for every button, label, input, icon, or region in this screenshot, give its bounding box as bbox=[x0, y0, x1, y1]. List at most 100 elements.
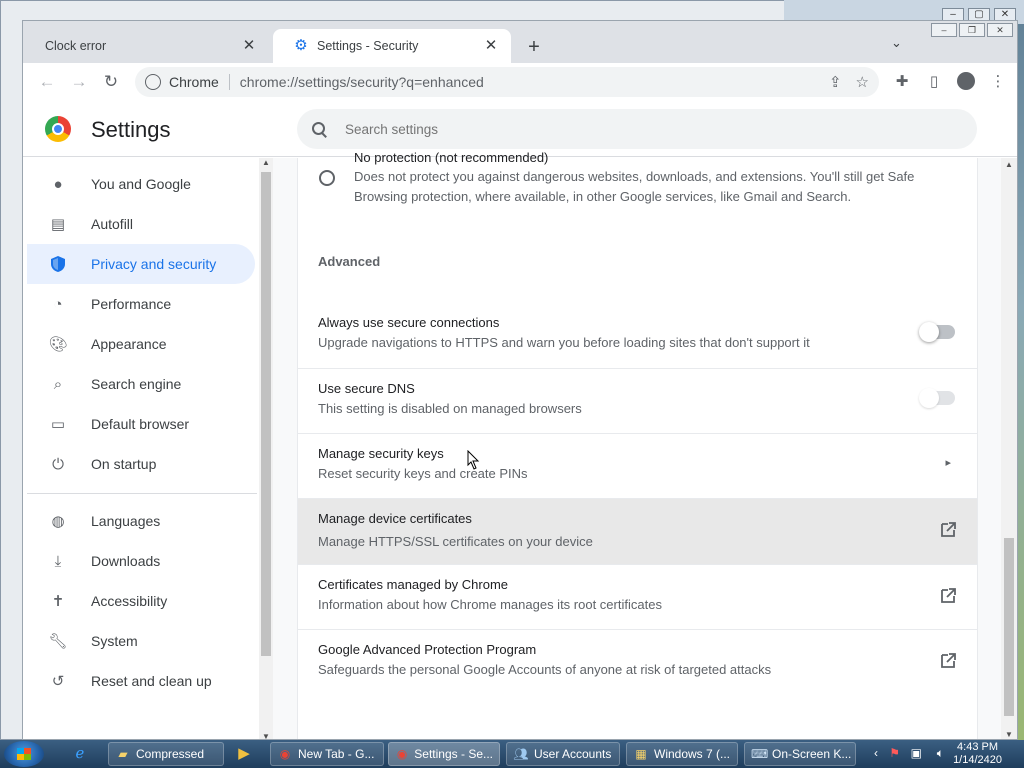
restore-icon[interactable]: ❐ bbox=[959, 23, 985, 37]
media-player-icon[interactable]: ▶ bbox=[234, 744, 254, 764]
internet-explorer-icon[interactable]: ℯ bbox=[70, 744, 90, 764]
sidebar-item-search-engine[interactable]: ⌕ Search engine bbox=[27, 364, 255, 404]
window-icon: ▦ bbox=[635, 747, 647, 761]
sidebar-item-you-and-google[interactable]: ● You and Google bbox=[27, 164, 255, 204]
folder-icon: ▰ bbox=[118, 747, 128, 761]
start-button[interactable] bbox=[4, 741, 44, 767]
show-hidden-icons-icon[interactable]: ‹ bbox=[874, 746, 878, 760]
chevron-right-icon[interactable]: ▸ bbox=[945, 456, 951, 469]
row-google-advanced-protection[interactable]: Google Advanced Protection Program Safeg… bbox=[298, 629, 977, 694]
palette-icon: 🎨︎ bbox=[48, 336, 68, 353]
main-scrollbar[interactable]: ▲ ▼ bbox=[1001, 158, 1017, 739]
sidebar-item-appearance[interactable]: 🎨︎ Appearance bbox=[27, 324, 255, 364]
row-manage-security-keys[interactable]: Manage security keys Reset security keys… bbox=[298, 433, 977, 498]
sidebar-item-label: Search engine bbox=[91, 376, 182, 392]
sidebar-item-label: Default browser bbox=[91, 416, 190, 432]
users-icon: 👥︎ bbox=[513, 747, 529, 761]
sidebar-item-on-startup[interactable]: ⏻ On startup bbox=[27, 444, 255, 484]
sidebar-item-label: System bbox=[91, 633, 138, 649]
profile-avatar[interactable] bbox=[955, 69, 977, 93]
settings-header: Settings bbox=[23, 101, 1017, 157]
tab-settings-security[interactable]: ⚙ Settings - Security ✕ bbox=[273, 29, 511, 63]
section-heading: Advanced bbox=[318, 254, 381, 269]
side-panel-icon[interactable]: ▯ bbox=[923, 69, 945, 93]
new-tab-button[interactable]: + bbox=[523, 37, 545, 57]
search-settings-box[interactable] bbox=[297, 109, 977, 149]
url-text[interactable]: chrome://settings/security?q=enhanced bbox=[240, 74, 815, 90]
chrome-icon: ◉ bbox=[396, 747, 408, 761]
radio-button[interactable] bbox=[319, 170, 335, 186]
sidebar-item-reset-and-clean-up[interactable]: ↺ Reset and clean up bbox=[27, 661, 255, 701]
chrome-icon: ◉ bbox=[279, 747, 291, 761]
clock[interactable]: 4:43 PM 1/14/2420 bbox=[953, 741, 1002, 767]
sidebar-item-system[interactable]: 🔧︎ System bbox=[27, 621, 255, 661]
back-icon[interactable]: ← bbox=[31, 66, 63, 98]
chevron-down-icon[interactable]: ⌄ bbox=[891, 35, 902, 51]
menu-dots-icon[interactable]: ⋮ bbox=[987, 69, 1009, 93]
scrollbar-thumb[interactable] bbox=[261, 172, 271, 656]
external-link-icon[interactable] bbox=[939, 652, 957, 670]
taskbar-button-user-accounts[interactable]: 👥︎ User Accounts bbox=[506, 742, 620, 766]
row-title: Use secure DNS bbox=[318, 381, 415, 396]
row-certificates-managed-by-chrome[interactable]: Certificates managed by Chrome Informati… bbox=[298, 564, 977, 629]
taskbar-button-new-tab[interactable]: ◉ New Tab - G... bbox=[270, 742, 384, 766]
close-tab-icon[interactable]: ✕ bbox=[483, 38, 499, 54]
scroll-down-icon[interactable]: ▼ bbox=[262, 732, 270, 739]
action-center-icon[interactable]: ⚑ bbox=[889, 746, 900, 760]
close-tab-icon[interactable]: ✕ bbox=[241, 38, 257, 54]
row-description: This setting is disabled on managed brow… bbox=[318, 401, 582, 416]
no-protection-option[interactable]: No protection (not recommended) Does not… bbox=[298, 150, 977, 226]
share-icon[interactable]: ⇪ bbox=[829, 73, 842, 91]
speedometer-icon: ◔ bbox=[53, 295, 63, 313]
address-bar[interactable]: Chrome chrome://settings/security?q=enha… bbox=[135, 67, 879, 97]
search-icon: ⌕ bbox=[53, 375, 63, 393]
scroll-up-icon[interactable]: ▲ bbox=[1005, 160, 1013, 169]
volume-icon[interactable]: 🔈︎ bbox=[937, 746, 944, 761]
clock-date: 1/14/2420 bbox=[953, 754, 1002, 766]
sidebar-item-autofill[interactable]: ▤ Autofill bbox=[27, 204, 255, 244]
tab-title: Clock error bbox=[45, 39, 107, 53]
site-label: Chrome bbox=[169, 74, 219, 90]
taskbar-button-compressed[interactable]: ▰ Compressed bbox=[108, 742, 224, 766]
clipboard-icon: ▤ bbox=[50, 216, 66, 233]
shield-icon bbox=[49, 255, 67, 273]
row-always-use-secure-connections[interactable]: Always use secure connections Upgrade na… bbox=[298, 303, 977, 368]
row-manage-device-certificates[interactable]: Manage device certificates Manage HTTPS/… bbox=[298, 498, 977, 564]
forward-icon[interactable]: → bbox=[63, 66, 95, 98]
row-title: Certificates managed by Chrome bbox=[318, 577, 509, 592]
sidebar-item-privacy-and-security[interactable]: Privacy and security bbox=[27, 244, 255, 284]
power-icon: ⏻ bbox=[52, 455, 64, 473]
external-link-icon[interactable] bbox=[939, 521, 957, 539]
taskbar-button-on-screen-keyboard[interactable]: ⌨ On-Screen K... bbox=[744, 742, 856, 766]
tab-clock-error[interactable]: Clock error ✕ bbox=[25, 29, 269, 63]
row-use-secure-dns[interactable]: Use secure DNS This setting is disabled … bbox=[298, 368, 977, 433]
page-title: Settings bbox=[91, 117, 171, 142]
row-title: Manage security keys bbox=[318, 446, 444, 461]
taskbar-button-settings[interactable]: ◉ Settings - Se... bbox=[388, 742, 500, 766]
network-icon[interactable]: ▣ bbox=[911, 746, 922, 760]
chrome-site-icon[interactable] bbox=[145, 74, 161, 90]
sidebar-scrollbar[interactable]: ▲ ▼ bbox=[259, 158, 273, 739]
search-icon bbox=[311, 121, 327, 137]
scroll-up-icon[interactable]: ▲ bbox=[262, 158, 270, 167]
sidebar-item-performance[interactable]: ◔ Performance bbox=[27, 284, 255, 324]
reload-icon[interactable]: ↻ bbox=[95, 66, 127, 98]
clock-time: 4:43 PM bbox=[957, 741, 999, 753]
minimize-icon[interactable]: – bbox=[931, 23, 957, 37]
close-icon[interactable]: ✕ bbox=[987, 23, 1013, 37]
bookmark-star-icon[interactable]: ☆ bbox=[856, 73, 869, 91]
scrollbar-thumb[interactable] bbox=[1004, 538, 1014, 716]
extensions-icon[interactable]: ✚ bbox=[891, 69, 913, 93]
secure-connections-toggle[interactable] bbox=[919, 322, 955, 342]
sidebar-item-languages[interactable]: ◍ Languages bbox=[27, 501, 255, 541]
row-title: Google Advanced Protection Program bbox=[318, 642, 537, 657]
sidebar-item-accessibility[interactable]: ✝ Accessibility bbox=[27, 581, 255, 621]
search-input[interactable] bbox=[343, 120, 943, 138]
external-link-icon[interactable] bbox=[939, 587, 957, 605]
secure-dns-toggle bbox=[919, 388, 955, 408]
scroll-down-icon[interactable]: ▼ bbox=[1005, 730, 1013, 739]
taskbar-button-windows-7[interactable]: ▦ Windows 7 (... bbox=[626, 742, 738, 766]
taskbar-button-label: Settings - Se... bbox=[414, 747, 493, 761]
sidebar-item-default-browser[interactable]: ▭ Default browser bbox=[27, 404, 255, 444]
sidebar-item-downloads[interactable]: ⤓ Downloads bbox=[27, 541, 255, 581]
